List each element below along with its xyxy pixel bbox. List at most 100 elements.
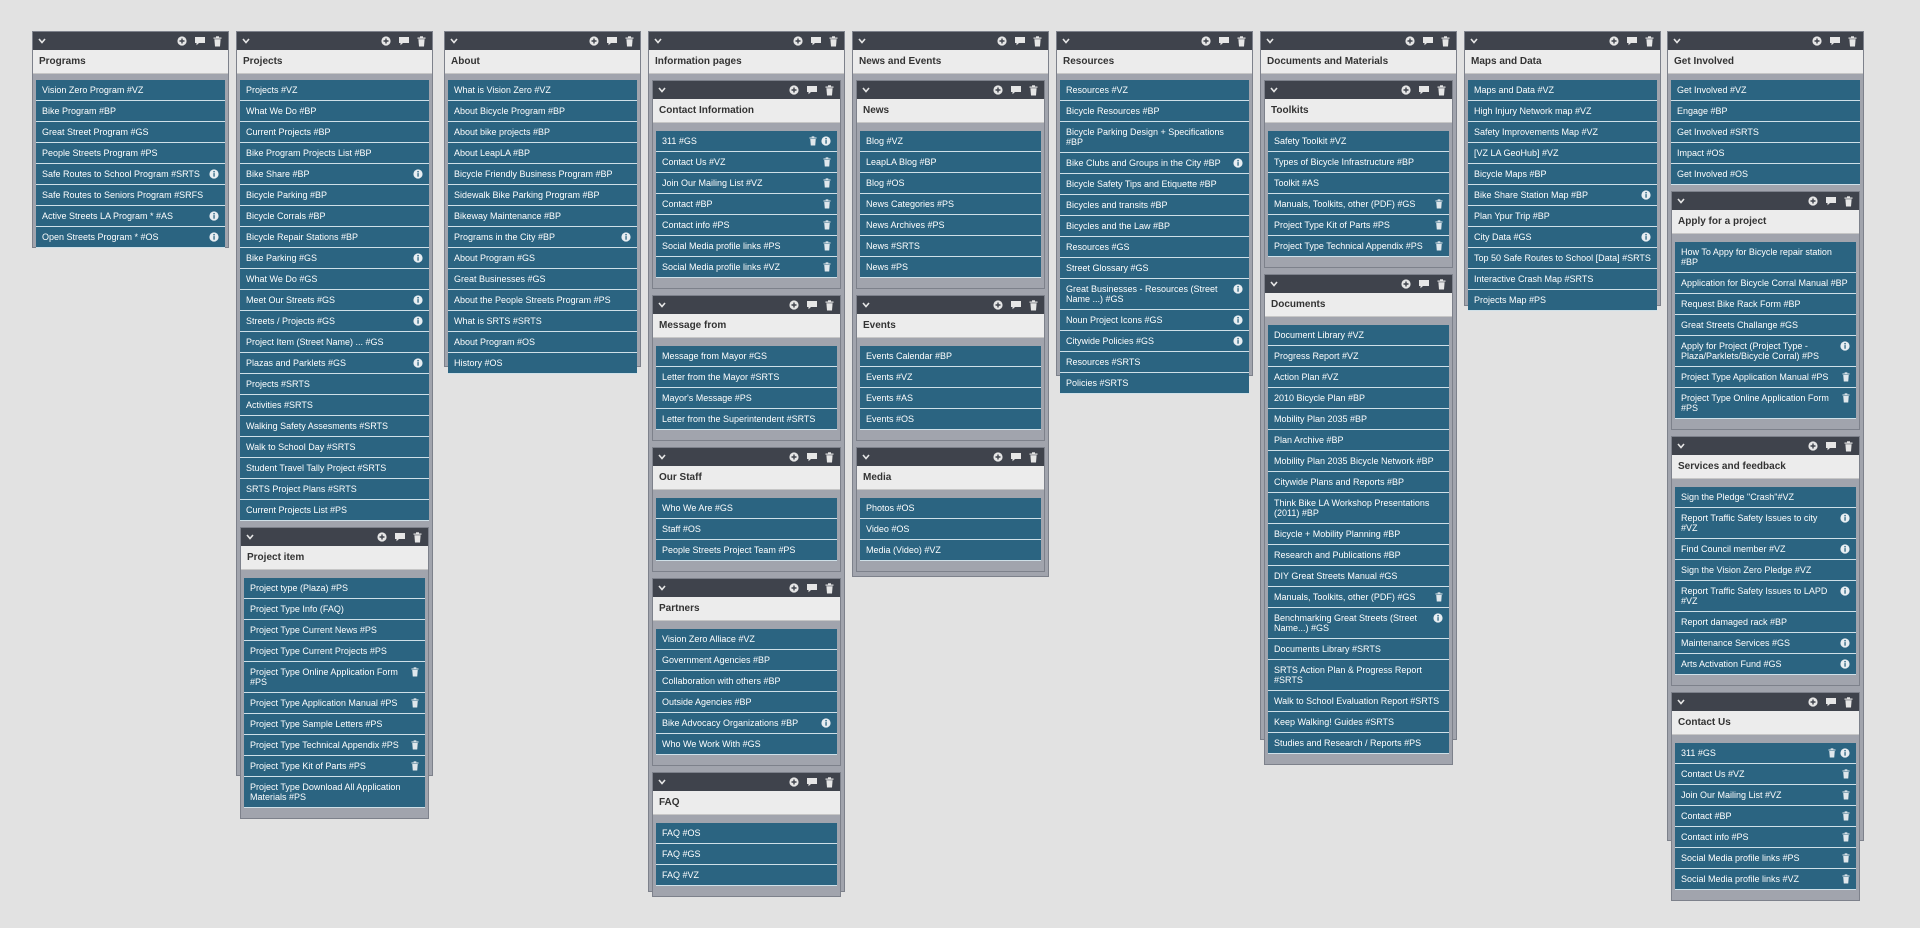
sitemap-card[interactable]: Bicycle Parking #BP bbox=[240, 185, 429, 206]
trash-icon[interactable] bbox=[825, 776, 834, 788]
info-icon[interactable] bbox=[205, 169, 219, 179]
sitemap-card[interactable]: Bike Clubs and Groups in the City #BP bbox=[1060, 153, 1249, 174]
sitemap-card[interactable]: Events #AS bbox=[860, 388, 1041, 409]
chevron-down-icon[interactable] bbox=[654, 38, 662, 44]
info-icon[interactable] bbox=[1836, 659, 1850, 669]
sitemap-card[interactable]: Get Involved #SRTS bbox=[1671, 122, 1860, 143]
sitemap-card[interactable]: Bike Advocacy Organizations #BP bbox=[656, 713, 837, 734]
comment-icon[interactable] bbox=[1418, 85, 1430, 95]
info-icon[interactable] bbox=[817, 718, 831, 728]
sitemap-card[interactable]: Bicycle Repair Stations #BP bbox=[240, 227, 429, 248]
plus-icon[interactable] bbox=[1808, 196, 1818, 206]
sitemap-card[interactable]: Safe Routes to Seniors Program #SRFS bbox=[36, 185, 225, 206]
sitemap-card[interactable]: Bicycles and the Law #BP bbox=[1060, 216, 1249, 237]
sitemap-card[interactable]: Who We Work With #GS bbox=[656, 734, 837, 755]
sitemap-card[interactable]: Safe Routes to School Program #SRTS bbox=[36, 164, 225, 185]
sitemap-card[interactable]: Noun Project Icons #GS bbox=[1060, 310, 1249, 331]
comment-icon[interactable] bbox=[1825, 441, 1837, 451]
sitemap-card[interactable]: About the People Streets Program #PS bbox=[448, 290, 637, 311]
plus-icon[interactable] bbox=[1401, 279, 1411, 289]
sitemap-card[interactable]: News Archives #PS bbox=[860, 215, 1041, 236]
trash-icon[interactable] bbox=[819, 262, 831, 272]
chevron-down-icon[interactable] bbox=[658, 87, 666, 93]
sitemap-card[interactable]: Project Type Online Application Form #PS bbox=[1675, 388, 1856, 419]
sitemap-card[interactable]: Safety Toolkit #VZ bbox=[1268, 131, 1449, 152]
trash-icon[interactable] bbox=[407, 698, 419, 708]
sitemap-card[interactable]: Keep Walking! Guides #SRTS bbox=[1268, 712, 1449, 733]
sitemap-card[interactable]: Policies #SRTS bbox=[1060, 373, 1249, 394]
info-icon[interactable] bbox=[409, 316, 423, 326]
sitemap-card[interactable]: Apply for Project (Project Type - Plaza/… bbox=[1675, 336, 1856, 367]
sitemap-card[interactable]: LeapLA Blog #BP bbox=[860, 152, 1041, 173]
sitemap-card[interactable]: Active Streets LA Program * #AS bbox=[36, 206, 225, 227]
sitemap-card[interactable]: Impact #OS bbox=[1671, 143, 1860, 164]
sitemap-card[interactable]: Plan Ypur Trip #BP bbox=[1468, 206, 1657, 227]
plus-icon[interactable] bbox=[589, 36, 599, 46]
comment-icon[interactable] bbox=[398, 36, 410, 46]
plus-icon[interactable] bbox=[993, 452, 1003, 462]
trash-icon[interactable] bbox=[1824, 748, 1836, 758]
plus-icon[interactable] bbox=[789, 85, 799, 95]
sitemap-card[interactable]: Great Street Program #GS bbox=[36, 122, 225, 143]
sitemap-card[interactable]: Project Type Current News #PS bbox=[244, 620, 425, 641]
info-icon[interactable] bbox=[1836, 748, 1850, 758]
trash-icon[interactable] bbox=[1838, 832, 1850, 842]
sitemap-card[interactable]: About Bicycle Program #BP bbox=[448, 101, 637, 122]
comment-icon[interactable] bbox=[606, 36, 618, 46]
sitemap-card[interactable]: About bike projects #BP bbox=[448, 122, 637, 143]
trash-icon[interactable] bbox=[625, 35, 634, 47]
sitemap-card[interactable]: Bike Program #BP bbox=[36, 101, 225, 122]
sitemap-card[interactable]: What is SRTS #SRTS bbox=[448, 311, 637, 332]
sitemap-card[interactable]: Sign the Vision Zero Pledge #VZ bbox=[1675, 560, 1856, 581]
sitemap-card[interactable]: High Injury Network map #VZ bbox=[1468, 101, 1657, 122]
sitemap-card[interactable]: About Program #OS bbox=[448, 332, 637, 353]
sitemap-card[interactable]: Join Our Mailing List #VZ bbox=[1675, 785, 1856, 806]
comment-icon[interactable] bbox=[1422, 36, 1434, 46]
trash-icon[interactable] bbox=[1848, 35, 1857, 47]
sitemap-card[interactable]: Events #VZ bbox=[860, 367, 1041, 388]
sitemap-card[interactable]: Interactive Crash Map #SRTS bbox=[1468, 269, 1657, 290]
comment-icon[interactable] bbox=[1418, 279, 1430, 289]
sitemap-card[interactable]: What is Vision Zero #VZ bbox=[448, 80, 637, 101]
chevron-down-icon[interactable] bbox=[1266, 38, 1274, 44]
plus-icon[interactable] bbox=[381, 36, 391, 46]
sitemap-card[interactable]: Bike Share #BP bbox=[240, 164, 429, 185]
sitemap-card[interactable]: Social Media profile links #PS bbox=[1675, 848, 1856, 869]
trash-icon[interactable] bbox=[1431, 199, 1443, 209]
trash-icon[interactable] bbox=[1431, 592, 1443, 602]
sitemap-card[interactable]: 311 #GS bbox=[1675, 743, 1856, 764]
sitemap-card[interactable]: Bicycle Corrals #BP bbox=[240, 206, 429, 227]
sitemap-card[interactable]: Walk to School Day #SRTS bbox=[240, 437, 429, 458]
sitemap-card[interactable]: Resources #VZ bbox=[1060, 80, 1249, 101]
sitemap-card[interactable]: People Streets Program #PS bbox=[36, 143, 225, 164]
comment-icon[interactable] bbox=[806, 777, 818, 787]
sitemap-card[interactable]: About Program #GS bbox=[448, 248, 637, 269]
chevron-down-icon[interactable] bbox=[450, 38, 458, 44]
sitemap-card[interactable]: 2010 Bicycle Plan #BP bbox=[1268, 388, 1449, 409]
sitemap-card[interactable]: Great Businesses - Resources (Street Nam… bbox=[1060, 279, 1249, 310]
chevron-down-icon[interactable] bbox=[1062, 38, 1070, 44]
chevron-down-icon[interactable] bbox=[1677, 198, 1685, 204]
chevron-down-icon[interactable] bbox=[1270, 281, 1278, 287]
sitemap-card[interactable]: Bicycle Maps #BP bbox=[1468, 164, 1657, 185]
info-icon[interactable] bbox=[817, 136, 831, 146]
trash-icon[interactable] bbox=[1033, 35, 1042, 47]
sitemap-card[interactable]: Types of Bicycle Infrastructure #BP bbox=[1268, 152, 1449, 173]
sitemap-card[interactable]: Meet Our Streets #GS bbox=[240, 290, 429, 311]
sitemap-card[interactable]: Arts Activation Fund #GS bbox=[1675, 654, 1856, 675]
sitemap-card[interactable]: Project Type Sample Letters #PS bbox=[244, 714, 425, 735]
chevron-down-icon[interactable] bbox=[1673, 38, 1681, 44]
plus-icon[interactable] bbox=[1201, 36, 1211, 46]
sitemap-card[interactable]: Photos #OS bbox=[860, 498, 1041, 519]
sitemap-card[interactable]: Sign the Pledge "Crash"#VZ bbox=[1675, 487, 1856, 508]
sitemap-card[interactable]: Video #OS bbox=[860, 519, 1041, 540]
sitemap-card[interactable]: Contact Us #VZ bbox=[1675, 764, 1856, 785]
trash-icon[interactable] bbox=[417, 35, 426, 47]
sitemap-card[interactable]: FAQ #GS bbox=[656, 844, 837, 865]
sitemap-card[interactable]: Get Involved #VZ bbox=[1671, 80, 1860, 101]
sitemap-card[interactable]: Plazas and Parklets #GS bbox=[240, 353, 429, 374]
trash-icon[interactable] bbox=[1431, 241, 1443, 251]
sitemap-card[interactable]: Vision Zero Alliace #VZ bbox=[656, 629, 837, 650]
sitemap-card[interactable]: Walk to School Evaluation Report #SRTS bbox=[1268, 691, 1449, 712]
sitemap-card[interactable]: Bicycles and transits #BP bbox=[1060, 195, 1249, 216]
